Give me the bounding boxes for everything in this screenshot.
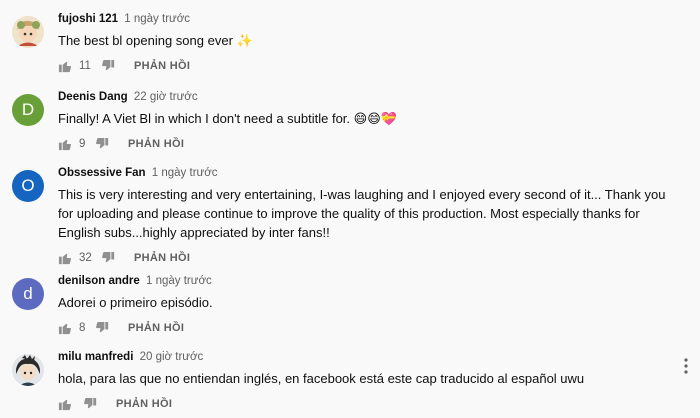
- like-count: 9: [79, 138, 86, 150]
- dislike-icon[interactable]: [96, 138, 110, 152]
- comment-author[interactable]: Obssessive Fan: [58, 167, 146, 179]
- like-count: 11: [79, 60, 91, 72]
- more-options-icon[interactable]: [684, 358, 688, 374]
- comment-author[interactable]: Deenis Dang: [58, 91, 128, 103]
- comment-timestamp[interactable]: 22 giờ trước: [134, 91, 198, 103]
- comment-timestamp[interactable]: 1 ngày trước: [152, 167, 218, 179]
- comment-text: Adorei o primeiro episódio.: [58, 295, 213, 310]
- comment-timestamp[interactable]: 1 ngày trước: [124, 13, 190, 25]
- anime-character-avatar-icon: [12, 16, 44, 48]
- reply-button[interactable]: PHẢN HỒI: [134, 252, 190, 264]
- comment-timestamp[interactable]: 20 giờ trước: [140, 351, 204, 363]
- anime-character-avatar-icon: [12, 354, 44, 386]
- avatar[interactable]: D: [12, 94, 44, 126]
- comment-text: This is very interesting and very entert…: [58, 187, 666, 240]
- avatar[interactable]: [12, 16, 44, 48]
- avatar-letter: O: [21, 176, 35, 195]
- like-count: 32: [79, 252, 92, 264]
- comment-author[interactable]: milu manfredi: [58, 351, 133, 363]
- comment-author[interactable]: fujoshi 121: [58, 13, 118, 25]
- like-icon[interactable]: [58, 251, 72, 265]
- comment-text: The best bl opening song ever ✨: [58, 33, 253, 48]
- like-icon[interactable]: [58, 137, 72, 151]
- avatar-letter: D: [21, 100, 35, 119]
- avatar[interactable]: [12, 354, 44, 386]
- comment-timestamp[interactable]: 1 ngày trước: [146, 275, 212, 287]
- like-count: 8: [79, 322, 86, 334]
- like-icon[interactable]: [58, 59, 72, 73]
- reply-button[interactable]: PHẢN HỒI: [116, 398, 172, 410]
- comment-text: Finally! A Viet Bl in which I don't need…: [58, 111, 397, 126]
- dislike-icon[interactable]: [84, 398, 98, 412]
- reply-button[interactable]: PHẢN HỒI: [128, 322, 184, 334]
- avatar-letter: d: [23, 284, 33, 303]
- like-icon[interactable]: [58, 321, 72, 335]
- comment-author[interactable]: denilson andre: [58, 275, 140, 287]
- dislike-icon[interactable]: [96, 322, 110, 336]
- dislike-icon[interactable]: [102, 60, 116, 74]
- like-icon[interactable]: [58, 397, 72, 411]
- avatar[interactable]: O: [12, 170, 44, 202]
- dislike-icon[interactable]: [102, 252, 116, 266]
- avatar[interactable]: d: [12, 278, 44, 310]
- comment-text: hola, para las que no entiendan inglés, …: [58, 371, 585, 386]
- reply-button[interactable]: PHẢN HỒI: [134, 60, 190, 72]
- reply-button[interactable]: PHẢN HỒI: [128, 138, 184, 150]
